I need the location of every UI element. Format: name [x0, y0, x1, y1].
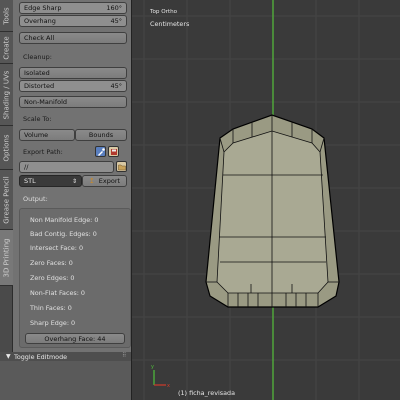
output-line: Thin Faces: 0	[30, 304, 72, 312]
export-icon: ↥	[88, 177, 95, 185]
tab-options-label: Options	[2, 133, 11, 162]
tab-shading-uvs[interactable]: Shading / UVs	[0, 64, 13, 126]
overhang-label: Overhang	[24, 17, 56, 25]
tab-grease-pencil-label: Grease Pencil	[2, 175, 11, 224]
tab-tools-label: Tools	[2, 6, 11, 25]
output-box: Non Manifold Edge: 0 Bad Contig. Edges: …	[19, 208, 131, 348]
tab-create[interactable]: Create	[0, 32, 13, 64]
tab-grease-pencil[interactable]: Grease Pencil	[0, 170, 13, 230]
output-line: Intersect Face: 0	[30, 244, 84, 252]
overhang-field[interactable]: Overhang 45°	[19, 15, 127, 27]
tab-options[interactable]: Options	[0, 126, 13, 170]
svg-text:x: x	[167, 383, 170, 389]
output-line: Non Manifold Edge: 0	[30, 216, 99, 224]
overhang-value: 45°	[110, 17, 122, 25]
select-arrows-icon: ⇕	[71, 177, 77, 185]
bounds-button[interactable]: Bounds	[75, 129, 127, 141]
toggle-editmode-panel: ▼ Toggle Editmode ⠿	[0, 352, 131, 400]
non-manifold-button[interactable]: Non-Manifold	[19, 96, 127, 108]
output-line: Bad Contig. Edges: 0	[30, 230, 97, 238]
view-name: Top Ortho	[150, 9, 178, 15]
output-heading: Output:	[23, 195, 48, 203]
output-line: Zero Faces: 0	[30, 259, 73, 267]
export-path-input[interactable]: //	[19, 161, 114, 173]
tool-shelf-tabs: Tools Create Shading / UVs Options Greas…	[0, 0, 13, 360]
edge-sharp-value: 160°	[106, 4, 122, 12]
isolated-button[interactable]: Isolated	[19, 67, 127, 79]
export-path-heading: Export Path:	[23, 148, 63, 156]
svg-text:y: y	[151, 364, 154, 370]
tab-tools[interactable]: Tools	[0, 0, 13, 32]
distorted-value: 45°	[110, 82, 122, 90]
check-all-button[interactable]: Check All	[19, 32, 127, 44]
volume-button[interactable]: Volume	[19, 129, 75, 141]
toggle-editmode-label: Toggle Editmode	[14, 353, 68, 361]
axis-gizmo: y x	[151, 364, 170, 389]
scale-heading: Scale To:	[23, 115, 52, 123]
export-format-value: STL	[24, 177, 36, 185]
output-line: Sharp Edge: 0	[30, 319, 76, 327]
edge-sharp-field[interactable]: Edge Sharp 160°	[19, 2, 127, 14]
cleanup-heading: Cleanup:	[23, 53, 52, 61]
overhang-face-button[interactable]: Overhang Face: 44	[25, 333, 125, 344]
tab-3d-printing[interactable]: 3D Printing	[0, 230, 13, 286]
export-button-label: Export	[98, 177, 121, 185]
tool-shelf-panel: Edge Sharp 160° Overhang 45° Check All C…	[13, 0, 131, 360]
export-format-select[interactable]: STL ⇕	[19, 175, 82, 187]
edge-sharp-label: Edge Sharp	[24, 4, 62, 12]
tab-shading-uvs-label: Shading / UVs	[2, 70, 11, 119]
collapse-arrow-icon: ▼	[6, 353, 11, 360]
toggle-editmode-header[interactable]: ▼ Toggle Editmode ⠿	[0, 352, 131, 361]
3d-viewport[interactable]: y x Top Ortho Centimeters (1) ficha_revi…	[131, 0, 400, 400]
export-path-value: //	[24, 163, 29, 171]
output-line: Zero Edges: 0	[30, 274, 75, 282]
mesh-object[interactable]	[205, 114, 340, 308]
tab-create-label: Create	[2, 35, 11, 60]
tab-3d-printing-label: 3D Printing	[2, 238, 11, 277]
save-file-icon[interactable]	[108, 146, 119, 157]
drag-handle-icon[interactable]: ⠿	[122, 352, 126, 359]
folder-icon[interactable]	[116, 161, 127, 172]
eyedropper-icon[interactable]	[95, 146, 106, 157]
distorted-field[interactable]: Distorted 45°	[19, 80, 127, 92]
viewport-canvas: y x	[132, 0, 400, 400]
export-button[interactable]: ↥ Export	[82, 175, 127, 187]
distorted-label: Distorted	[24, 82, 55, 90]
output-line: Non-Flat Faces: 0	[30, 289, 85, 297]
units-label: Centimeters	[150, 20, 190, 28]
active-object-name: (1) ficha_revisada	[178, 389, 235, 397]
